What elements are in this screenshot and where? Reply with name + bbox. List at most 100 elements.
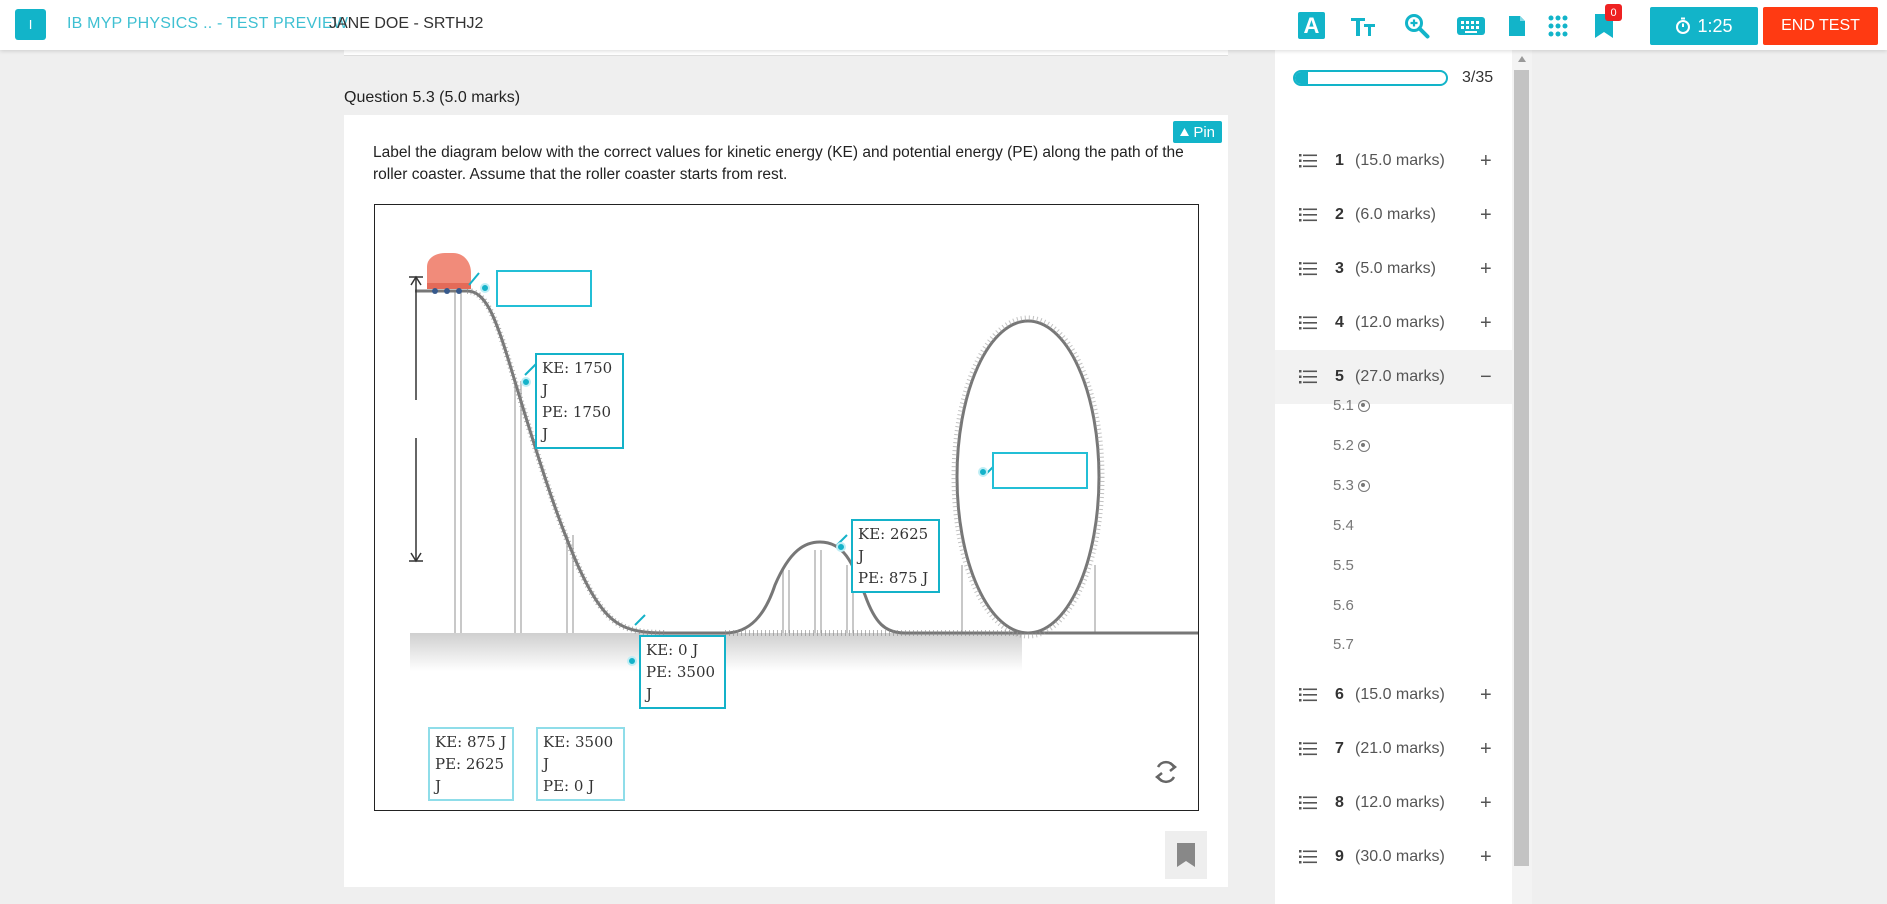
anchor-point-hill <box>836 542 846 552</box>
answered-dot-icon <box>1357 479 1370 492</box>
list-icon <box>1299 262 1317 276</box>
section-number: 5 <box>1335 368 1344 385</box>
section-toggle[interactable]: + <box>1480 847 1492 867</box>
section-toggle[interactable]: + <box>1480 739 1492 759</box>
section-row-9[interactable]: 9 (30.0 marks) + <box>1275 830 1512 884</box>
section-row-5[interactable]: 5 (27.0 marks) − <box>1275 350 1512 404</box>
sub-question-5-3[interactable]: 5.3 <box>1333 477 1370 494</box>
list-icon-wrap <box>1299 742 1317 756</box>
document-icon <box>1509 16 1525 36</box>
section-toggle[interactable]: + <box>1480 259 1492 279</box>
notes-button[interactable] <box>1506 11 1528 41</box>
zoom-icon <box>1405 14 1430 39</box>
bank-label-1[interactable]: KE: 875 J PE: 2625 J <box>428 727 514 801</box>
question-card: Pin Label the diagram below with the cor… <box>344 115 1228 887</box>
list-icon <box>1299 796 1317 810</box>
section-row-1[interactable]: 1 (15.0 marks) + <box>1275 134 1512 188</box>
section-marks: (21.0 marks) <box>1355 740 1445 757</box>
coaster-cart <box>427 253 471 294</box>
placed-label-hill[interactable]: KE: 2625 J PE: 875 J <box>851 519 940 593</box>
bookmark-icon <box>1177 843 1195 867</box>
timer-button[interactable]: 1:25 <box>1650 7 1758 45</box>
section-row-8[interactable]: 8 (12.0 marks) + <box>1275 776 1512 830</box>
list-icon-wrap <box>1299 154 1317 168</box>
section-number: 6 <box>1335 686 1344 703</box>
student-name: JANE DOE - SRTHJ2 <box>329 15 484 32</box>
section-row-6[interactable]: 6 (15.0 marks) + <box>1275 668 1512 722</box>
roller-coaster-diagram: KE: 1750 J PE: 1750 J KE: 0 J PE: 3500 J… <box>374 204 1199 811</box>
pe-value: PE: 875 J <box>858 569 929 587</box>
section-marks: (27.0 marks) <box>1355 368 1445 385</box>
list-icon <box>1299 688 1317 702</box>
bank-label-2[interactable]: KE: 3500 J PE: 0 J <box>536 727 625 801</box>
ke-value: KE: 3500 J <box>543 733 614 773</box>
section-row-3[interactable]: 3 (5.0 marks) + <box>1275 242 1512 296</box>
sub-question-5-2[interactable]: 5.2 <box>1333 437 1370 454</box>
keyboard-button[interactable] <box>1456 11 1486 41</box>
font-style-button[interactable]: A <box>1298 12 1325 39</box>
section-toggle[interactable]: + <box>1480 205 1492 225</box>
section-number: 9 <box>1335 848 1344 865</box>
stopwatch-icon <box>1676 17 1691 34</box>
pe-value: PE: 0 J <box>543 777 595 795</box>
section-toggle[interactable]: + <box>1480 151 1492 171</box>
triangle-up-icon <box>1180 128 1190 136</box>
placed-label-bottom[interactable]: KE: 0 J PE: 3500 J <box>639 635 726 709</box>
list-icon <box>1299 316 1317 330</box>
progress-text: 3/35 <box>1462 69 1494 86</box>
reset-button[interactable] <box>1152 758 1180 786</box>
end-test-button[interactable]: END TEST <box>1763 7 1878 45</box>
placed-label-descent[interactable]: KE: 1750 J PE: 1750 J <box>535 353 624 449</box>
question-text: Label the diagram below with the correct… <box>373 144 1184 183</box>
list-icon-wrap <box>1299 208 1317 222</box>
scrollbar[interactable] <box>1512 50 1532 904</box>
pin-button[interactable]: Pin <box>1173 121 1222 143</box>
section-row-7[interactable]: 7 (21.0 marks) + <box>1275 722 1512 776</box>
pin-label: Pin <box>1193 123 1215 141</box>
section-marks: (15.0 marks) <box>1355 152 1445 169</box>
scroll-up-arrow[interactable] <box>1518 56 1526 62</box>
section-toggle[interactable]: + <box>1480 313 1492 333</box>
ke-value: KE: 875 J <box>435 733 507 751</box>
sub-question-5-4[interactable]: 5.4 <box>1333 517 1354 534</box>
question-navigator: 3/35 1 (15.0 marks) +2 (6.0 marks) +3 (5.0 ma… <box>1275 50 1512 904</box>
scroll-thumb[interactable] <box>1514 70 1529 866</box>
section-row-4[interactable]: 4 (12.0 marks) + <box>1275 296 1512 350</box>
pe-value: PE: 2625 J <box>435 755 505 795</box>
section-number: 1 <box>1335 152 1344 169</box>
sub-question-5-7[interactable]: 5.7 <box>1333 636 1354 653</box>
text-size-button[interactable] <box>1349 11 1377 41</box>
drop-target-loop[interactable] <box>992 452 1088 489</box>
drop-target-top[interactable] <box>496 270 592 307</box>
section-toggle[interactable]: − <box>1480 367 1492 387</box>
refresh-icon <box>1154 760 1178 784</box>
section-row-2[interactable]: 2 (6.0 marks) + <box>1275 188 1512 242</box>
ke-value: KE: 1750 J <box>542 359 613 399</box>
zoom-button[interactable] <box>1403 11 1431 41</box>
height-arrow <box>409 275 423 563</box>
timer-value: 1:25 <box>1697 15 1733 36</box>
app-badge[interactable]: I <box>15 9 46 40</box>
keyboard-icon <box>1457 17 1485 35</box>
list-icon-wrap <box>1299 316 1317 330</box>
sub-question-5-5[interactable]: 5.5 <box>1333 557 1354 574</box>
sub-question-5-1[interactable]: 5.1 <box>1333 397 1370 414</box>
ke-value: KE: 0 J <box>646 641 699 659</box>
grid-icon <box>1548 15 1568 37</box>
list-icon <box>1299 208 1317 222</box>
list-icon <box>1299 154 1317 168</box>
section-marks: (12.0 marks) <box>1355 794 1445 811</box>
section-toggle[interactable]: + <box>1480 793 1492 813</box>
section-toggle[interactable]: + <box>1480 685 1492 705</box>
list-icon <box>1299 370 1317 384</box>
list-icon-wrap <box>1299 850 1317 864</box>
pe-value: PE: 3500 J <box>646 663 716 703</box>
bookmark-question-button[interactable] <box>1165 831 1207 879</box>
flag-count-badge: 0 <box>1605 4 1622 21</box>
question-grid-button[interactable] <box>1546 11 1570 41</box>
section-marks: (30.0 marks) <box>1355 848 1445 865</box>
anchor-point-bottom <box>627 656 637 666</box>
sub-question-5-6[interactable]: 5.6 <box>1333 597 1354 614</box>
sub-question-label: 5.7 <box>1333 636 1354 653</box>
section-number: 7 <box>1335 740 1344 757</box>
